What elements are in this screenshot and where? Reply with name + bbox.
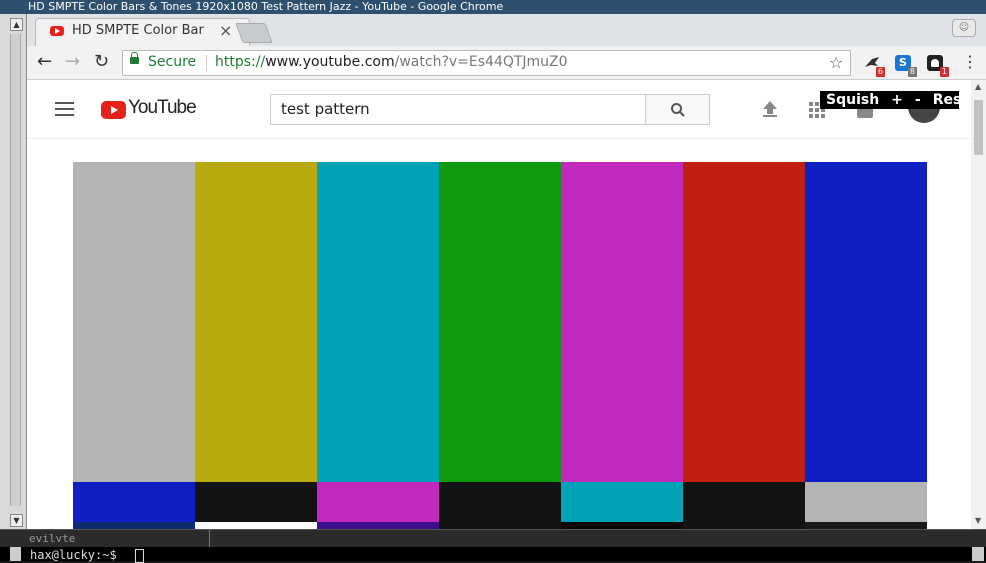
url-text[interactable]: https://www.youtube.com/watch?v=Es44QTJm… bbox=[215, 54, 568, 70]
pluge-bar bbox=[317, 522, 439, 529]
tab-close-icon[interactable]: × bbox=[219, 21, 232, 40]
search-input[interactable]: test pattern bbox=[270, 94, 646, 125]
omnibox-divider bbox=[206, 55, 207, 71]
color-bar bbox=[561, 162, 683, 482]
pluge-bar bbox=[73, 522, 195, 529]
chrome-window: HD SMPTE Color Bar × ☺ ← → ↻ Secure http… bbox=[27, 14, 986, 529]
tab-title: HD SMPTE Color Bar bbox=[72, 23, 204, 38]
ghost-extension-icon[interactable]: 1 bbox=[927, 55, 949, 77]
color-bar bbox=[317, 162, 439, 482]
reverse-bar bbox=[195, 482, 317, 522]
scroll-up-arrow-icon[interactable]: ▲ bbox=[10, 18, 23, 31]
color-bar bbox=[439, 162, 561, 482]
page-scrollbar[interactable]: ▲ ▼ bbox=[971, 80, 986, 529]
squish-overlay: Squish + - Reset bbox=[820, 91, 978, 109]
scroll-down-arrow-icon[interactable]: ▼ bbox=[10, 514, 23, 527]
terminal[interactable]: hax@lucky:~$ bbox=[0, 547, 986, 563]
youtube-masthead: YouTube test pattern Squish + - Reset bbox=[27, 80, 978, 139]
reverse-bar bbox=[561, 482, 683, 522]
pluge-bar bbox=[439, 522, 561, 529]
new-tab-button[interactable] bbox=[235, 23, 273, 43]
pluge-bar bbox=[561, 522, 683, 529]
bird-extension-icon[interactable]: 6 bbox=[863, 55, 885, 77]
terminal-scrollbar[interactable]: ▲ ▼ bbox=[0, 14, 27, 529]
upload-icon[interactable] bbox=[762, 100, 778, 118]
profile-icon[interactable]: ☺ bbox=[952, 19, 976, 37]
color-bar bbox=[805, 162, 927, 482]
reverse-bar bbox=[317, 482, 439, 522]
bookmark-star-icon[interactable]: ☆ bbox=[829, 53, 843, 72]
pluge-bar bbox=[195, 522, 317, 529]
s-extension-icon[interactable]: S 8 bbox=[895, 55, 917, 77]
forward-button[interactable]: → bbox=[65, 52, 80, 72]
scroll-track[interactable] bbox=[10, 34, 21, 506]
color-bar bbox=[683, 162, 805, 482]
terminal-right-scroll-icon[interactable] bbox=[972, 547, 984, 561]
squish-button[interactable]: Squish bbox=[826, 92, 879, 108]
terminal-tab-bar: evilvte bbox=[0, 529, 986, 547]
youtube-logo-icon[interactable] bbox=[101, 101, 126, 119]
extension-badge: 8 bbox=[907, 67, 917, 77]
scrollbar-thumb[interactable] bbox=[974, 100, 983, 155]
terminal-tab[interactable]: evilvte bbox=[27, 530, 210, 547]
reverse-bar bbox=[73, 482, 195, 522]
hamburger-menu-icon[interactable] bbox=[55, 102, 74, 116]
pluge-bar bbox=[683, 522, 805, 529]
terminal-left-scroll-icon[interactable] bbox=[10, 547, 21, 561]
reverse-bar bbox=[805, 482, 927, 522]
scroll-up-arrow-icon[interactable]: ▲ bbox=[975, 82, 981, 91]
video-player[interactable] bbox=[73, 162, 927, 529]
search-value: test pattern bbox=[281, 100, 370, 118]
tab-strip: HD SMPTE Color Bar × ☺ bbox=[27, 14, 986, 46]
extension-badge: 1 bbox=[939, 67, 949, 77]
url-path: /watch?v=Es44QTJmuZ0 bbox=[394, 54, 568, 70]
browser-toolbar: ← → ↻ Secure https://www.youtube.com/wat… bbox=[27, 46, 986, 80]
youtube-logo-text[interactable]: YouTube bbox=[128, 97, 197, 119]
squish-minus-button[interactable]: - bbox=[915, 92, 921, 108]
window-title-bar: HD SMPTE Color Bars & Tones 1920x1080 Te… bbox=[0, 0, 986, 14]
youtube-favicon-icon bbox=[50, 26, 64, 36]
address-bar[interactable]: Secure https://www.youtube.com/watch?v=E… bbox=[122, 50, 851, 76]
extension-badge: 6 bbox=[875, 67, 885, 77]
reverse-bar bbox=[683, 482, 805, 522]
scroll-down-arrow-icon[interactable]: ▼ bbox=[975, 516, 981, 525]
active-tab[interactable]: HD SMPTE Color Bar × bbox=[35, 18, 250, 46]
lock-icon bbox=[130, 52, 139, 64]
url-scheme: https:// bbox=[215, 54, 266, 70]
pluge-bar bbox=[805, 522, 927, 529]
color-bar bbox=[195, 162, 317, 482]
secure-label: Secure bbox=[148, 54, 197, 70]
reload-button[interactable]: ↻ bbox=[94, 52, 109, 72]
search-icon bbox=[671, 103, 685, 117]
color-bar bbox=[73, 162, 195, 482]
squish-plus-button[interactable]: + bbox=[891, 92, 903, 108]
back-button[interactable]: ← bbox=[37, 52, 52, 72]
youtube-page: YouTube test pattern Squish + - Reset bbox=[27, 80, 978, 529]
url-host: www.youtube.com bbox=[265, 54, 395, 70]
search-button[interactable] bbox=[645, 94, 710, 125]
chrome-menu-icon[interactable]: ⋮ bbox=[962, 52, 978, 71]
reverse-bar bbox=[439, 482, 561, 522]
